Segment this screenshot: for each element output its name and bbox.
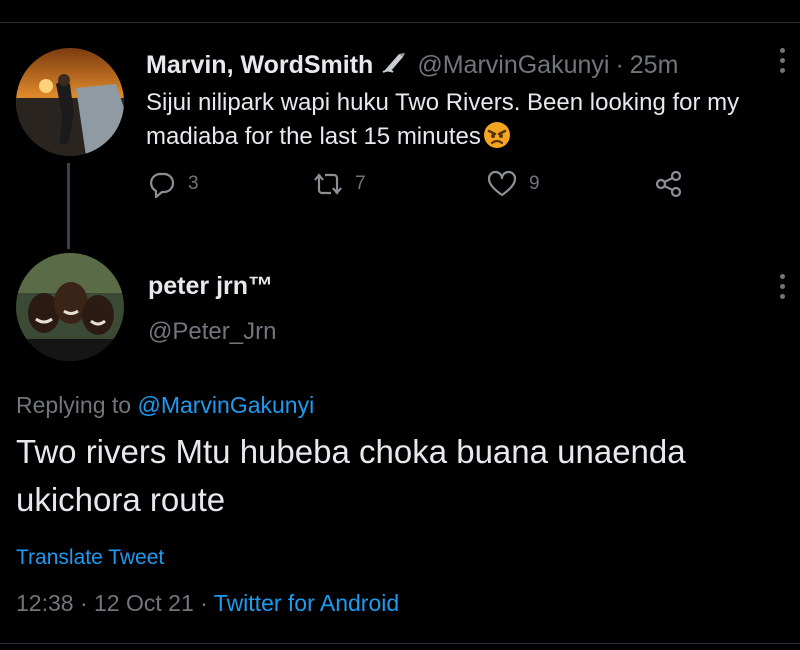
like-button[interactable]: 9 xyxy=(487,170,540,198)
separator: · xyxy=(200,590,208,616)
reply-more-options-icon[interactable] xyxy=(772,272,792,302)
author-avatar[interactable] xyxy=(16,48,124,156)
angry-face-icon xyxy=(483,121,511,159)
reply-author-handle[interactable]: @Peter_Jrn xyxy=(148,318,276,346)
tweet-client-link[interactable]: Twitter for Android xyxy=(214,590,399,616)
tweet-text: Sijui nilipark wapi huku Two Rivers. Bee… xyxy=(146,86,786,159)
replying-to-line: Replying to @MarvinGakunyi xyxy=(16,392,314,419)
replying-prefix: Replying to xyxy=(16,392,132,418)
bottom-divider xyxy=(0,643,800,644)
retweet-icon xyxy=(314,173,342,195)
author-name[interactable]: Marvin, WordSmith xyxy=(146,51,373,80)
translate-tweet-link[interactable]: Translate Tweet xyxy=(16,546,164,570)
share-icon xyxy=(655,170,682,198)
reply-count: 3 xyxy=(188,173,199,194)
writing-hand-icon xyxy=(381,50,407,81)
more-options-icon[interactable] xyxy=(772,46,792,76)
reply-author-avatar[interactable] xyxy=(16,253,124,361)
top-divider xyxy=(0,22,800,23)
reply-icon xyxy=(150,172,175,198)
tweet-time-ago[interactable]: 25m xyxy=(630,51,679,80)
retweet-button[interactable]: 7 xyxy=(313,170,366,198)
like-count: 9 xyxy=(529,173,540,194)
reply-text: Two rivers Mtu hubeba choka buana unaend… xyxy=(16,433,686,518)
retweet-count: 7 xyxy=(355,173,366,194)
tweet-metadata: 12:38 · 12 Oct 21 · Twitter for Android xyxy=(16,590,399,617)
tweet-text-content: Sijui nilipark wapi huku Two Rivers. Bee… xyxy=(146,89,740,150)
thread-connector-line xyxy=(67,163,70,249)
tweet-time[interactable]: 12:38 xyxy=(16,590,74,616)
separator: · xyxy=(615,51,624,79)
author-handle[interactable]: @MarvinGakunyi xyxy=(417,51,609,80)
separator: · xyxy=(79,590,88,616)
tweet-date[interactable]: 12 Oct 21 xyxy=(94,590,194,616)
tweet-header: Marvin, WordSmith @MarvinGakunyi · 25m xyxy=(146,50,678,81)
heart-icon xyxy=(487,170,517,197)
share-button[interactable] xyxy=(654,170,696,198)
reply-author-name[interactable]: peter jrn™ xyxy=(148,272,273,301)
reply-button[interactable]: 3 xyxy=(148,170,199,198)
replying-to-mention[interactable]: @MarvinGakunyi xyxy=(137,392,314,418)
